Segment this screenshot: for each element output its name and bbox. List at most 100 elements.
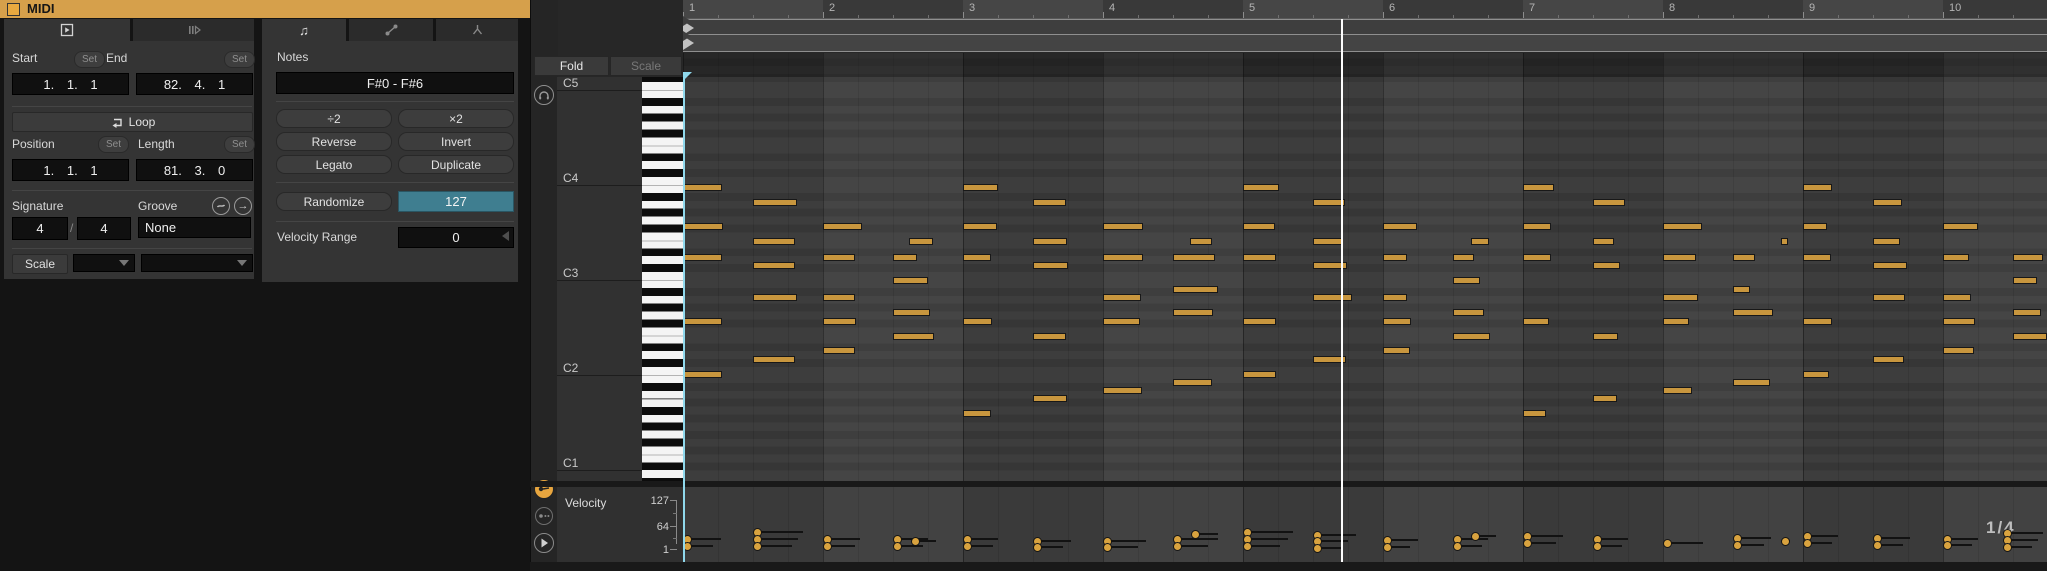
midi-note[interactable] [1523,223,1551,230]
velocity-lane[interactable] [683,487,2047,562]
tab-launch[interactable] [133,19,254,41]
midi-note[interactable] [823,254,855,261]
midi-note[interactable] [963,410,991,417]
midi-note[interactable] [1313,294,1352,301]
velocity-marker[interactable] [893,542,902,551]
midi-note[interactable] [1313,238,1343,245]
groove-select[interactable]: None [138,217,251,238]
midi-note[interactable] [1733,254,1755,261]
midi-note[interactable] [1593,238,1614,245]
randomize-button[interactable]: Randomize [276,192,392,211]
midi-note[interactable] [1593,262,1620,269]
midi-note[interactable] [683,184,722,191]
midi-note[interactable] [1033,262,1068,269]
velocity-marker[interactable] [1873,541,1882,550]
end-set-button[interactable]: Set [224,51,255,68]
midi-note[interactable] [1173,286,1218,293]
start-value-field[interactable]: 1. 1. 1 [12,73,129,95]
midi-note[interactable] [1803,318,1832,325]
midi-note[interactable] [1103,294,1141,301]
velocity-marker[interactable] [963,542,972,551]
midi-note[interactable] [2013,254,2043,261]
midi-note[interactable] [893,333,934,340]
start-set-button[interactable]: Set [74,51,105,68]
velocity-marker[interactable] [1781,537,1790,546]
midi-note[interactable] [1243,223,1275,230]
length-value-field[interactable]: 81. 3. 0 [136,159,253,181]
velocity-marker[interactable] [1191,530,1200,539]
midi-note[interactable] [683,318,722,325]
midi-note[interactable] [683,371,722,378]
midi-note[interactable] [1383,254,1407,261]
signature-numerator-field[interactable]: 4 [12,217,68,240]
velocity-marker[interactable] [1383,543,1392,552]
midi-note[interactable] [963,184,998,191]
scale-highlight-button[interactable]: Scale [610,56,682,76]
midi-note[interactable] [1103,387,1142,394]
velocity-marker[interactable] [2003,543,2012,552]
end-value-field[interactable]: 82. 4. 1 [136,73,253,95]
midi-note[interactable] [753,356,795,363]
midi-note[interactable] [823,347,855,354]
length-set-button[interactable]: Set [224,136,255,153]
midi-note[interactable] [1383,294,1407,301]
midi-note[interactable] [753,262,795,269]
loop-start-marker-icon[interactable] [683,36,694,50]
randomize-range-field[interactable]: 127 [398,191,514,212]
midi-note[interactable] [1471,238,1489,245]
midi-note[interactable] [1803,223,1827,230]
midi-note[interactable] [1523,184,1554,191]
lane-options-icon[interactable] [535,507,553,525]
midi-note[interactable] [1663,254,1696,261]
fold-button[interactable]: Fold [534,56,609,76]
midi-note[interactable] [2013,277,2037,284]
midi-note[interactable] [963,318,992,325]
midi-note[interactable] [823,223,862,230]
midi-note[interactable] [1803,184,1832,191]
midi-note[interactable] [963,223,997,230]
midi-note[interactable] [1523,318,1549,325]
scale-name-select[interactable] [141,254,253,272]
midi-note[interactable] [683,223,723,230]
midi-note[interactable] [1453,333,1490,340]
tab-transform[interactable] [436,19,518,41]
midi-note[interactable] [753,199,797,206]
midi-note[interactable] [1173,309,1213,316]
tab-clip[interactable] [4,19,130,41]
tab-notes[interactable]: ♫ [262,19,346,41]
velocity-marker[interactable] [1471,532,1480,541]
midi-note[interactable] [1033,199,1066,206]
velocity-marker[interactable] [1173,542,1182,551]
halve-time-button[interactable]: ÷2 [276,109,392,128]
midi-note[interactable] [1453,277,1480,284]
midi-note[interactable] [1033,238,1067,245]
loop-button[interactable]: Loop [12,112,253,132]
midi-note[interactable] [2013,333,2047,340]
midi-note[interactable] [1873,262,1907,269]
midi-note[interactable] [1243,184,1279,191]
midi-note[interactable] [1733,309,1773,316]
midi-note[interactable] [1943,318,1975,325]
clip-title-bar[interactable]: MIDI [0,0,530,18]
midi-note[interactable] [963,254,991,261]
midi-note[interactable] [1033,395,1067,402]
midi-note[interactable] [1383,223,1417,230]
piano-keyboard[interactable] [642,77,683,481]
midi-note[interactable] [1663,387,1692,394]
midi-note[interactable] [1033,333,1066,340]
midi-note[interactable] [1803,254,1831,261]
midi-note[interactable] [1873,356,1904,363]
midi-note[interactable] [1943,294,1971,301]
midi-note[interactable] [1663,223,1702,230]
double-time-button[interactable]: ×2 [398,109,514,128]
midi-note[interactable] [1733,286,1750,293]
midi-note[interactable] [1873,199,1902,206]
velocity-marker[interactable] [1733,541,1742,550]
velocity-marker[interactable] [1243,542,1252,551]
velocity-marker[interactable] [1523,539,1532,548]
velocity-range-drag-icon[interactable] [502,231,509,241]
scale-root-select[interactable] [73,254,135,272]
velocity-marker[interactable] [1593,542,1602,551]
midi-note[interactable] [1243,254,1276,261]
midi-note[interactable] [1873,294,1905,301]
